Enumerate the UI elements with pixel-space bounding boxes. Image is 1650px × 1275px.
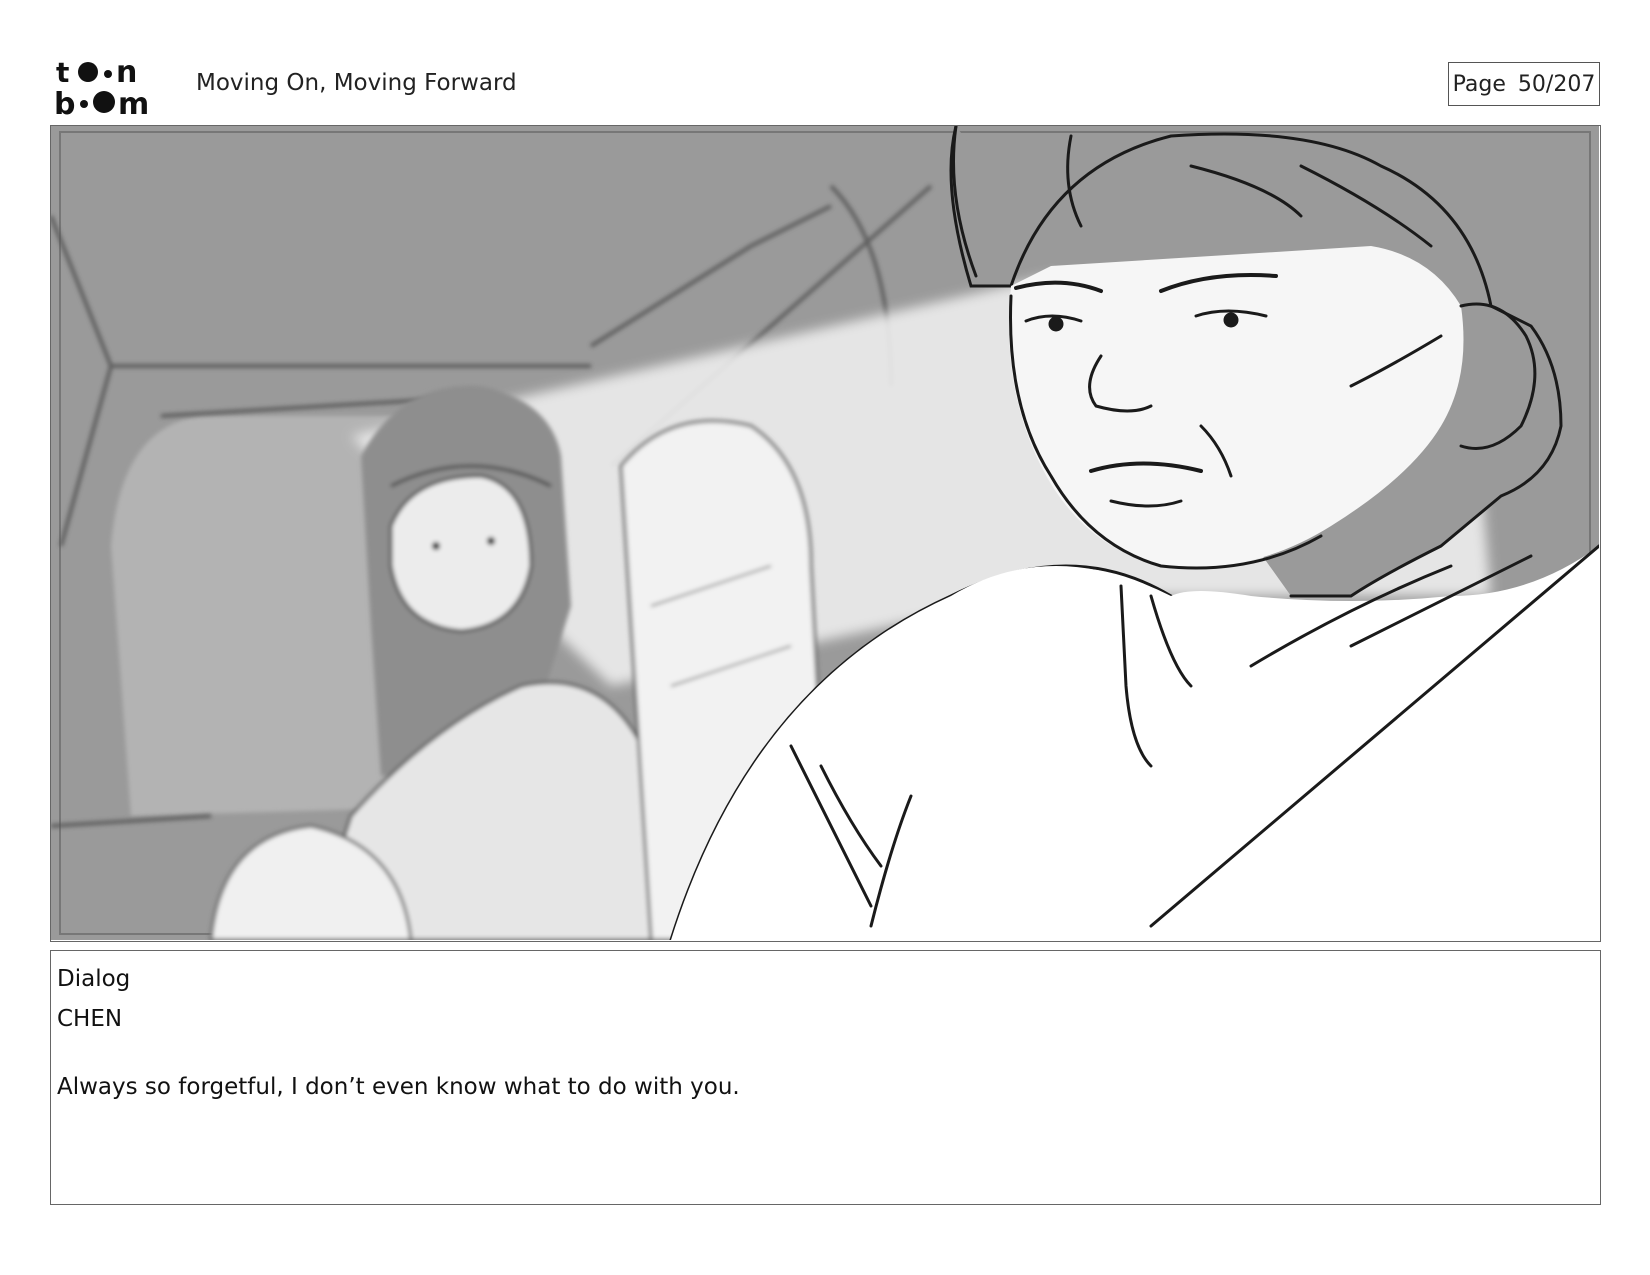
svg-text:m: m: [118, 87, 149, 116]
svg-text:b: b: [54, 87, 75, 116]
storyboard-sketch-image: [51, 126, 1599, 940]
dialog-heading: Dialog: [57, 966, 131, 992]
dialog-text: Always so forgetful, I don’t even know w…: [57, 1074, 740, 1100]
document-title: Moving On, Moving Forward: [196, 70, 517, 96]
svg-text:t: t: [56, 56, 69, 89]
dialog-speaker: CHEN: [57, 1006, 123, 1032]
page-number: 50/207: [1517, 71, 1596, 97]
page-label: Page: [1452, 71, 1506, 97]
page-indicator: Page 50/207: [1448, 62, 1600, 106]
svg-text:n: n: [116, 56, 137, 90]
dialog-box: Dialog CHEN Always so forgetful, I don’t…: [50, 950, 1601, 1205]
storyboard-panel: [50, 125, 1601, 942]
toon-boom-logo: t n b m: [54, 56, 149, 116]
